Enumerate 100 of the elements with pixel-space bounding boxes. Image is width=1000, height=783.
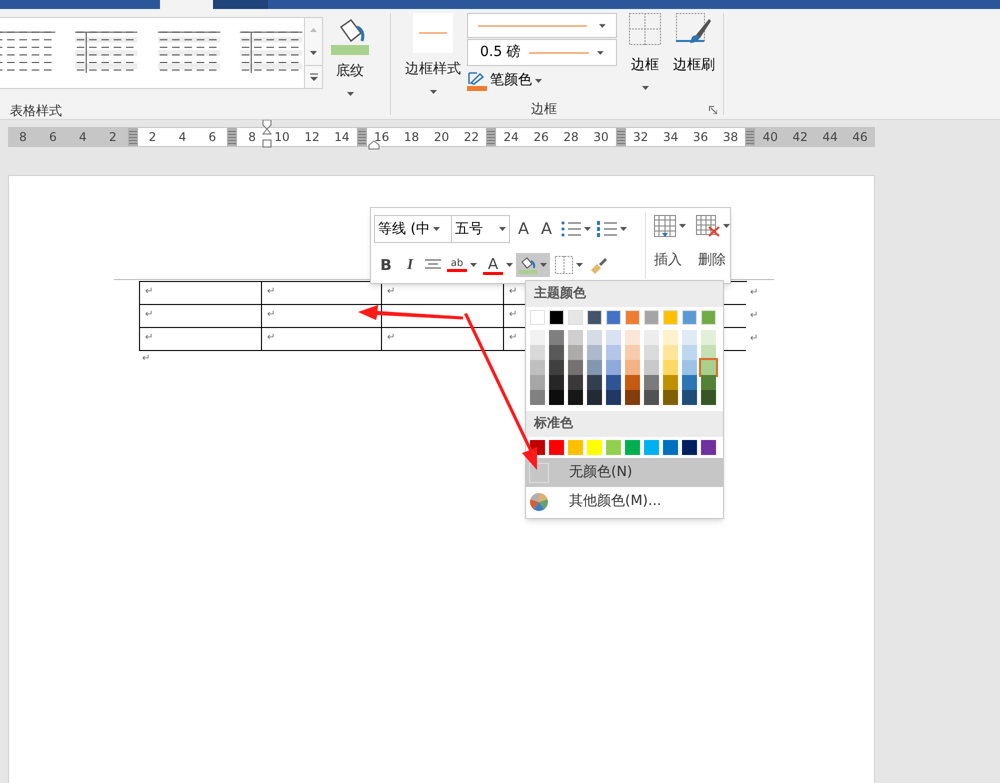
color-swatch[interactable] — [625, 390, 640, 405]
color-swatch[interactable] — [682, 310, 697, 325]
color-swatch[interactable] — [549, 345, 564, 360]
color-swatch[interactable] — [587, 310, 602, 325]
color-swatch[interactable] — [530, 330, 545, 345]
color-swatch[interactable] — [701, 310, 716, 325]
color-swatch[interactable] — [549, 440, 564, 455]
color-swatch[interactable] — [549, 390, 564, 405]
color-swatch[interactable] — [625, 440, 640, 455]
column-marker-icon[interactable] — [486, 128, 496, 146]
color-swatch[interactable] — [549, 310, 564, 325]
color-swatch[interactable] — [644, 345, 659, 360]
bold-button[interactable]: B — [374, 254, 398, 276]
column-marker-icon[interactable] — [616, 128, 626, 146]
font-color-button[interactable]: A — [480, 253, 516, 277]
color-swatch[interactable] — [644, 330, 659, 345]
italic-button[interactable]: I — [398, 254, 422, 276]
shading-button[interactable]: 底纹 — [329, 17, 371, 96]
shrink-font-button[interactable]: A — [538, 217, 554, 241]
insert-table-button[interactable] — [654, 215, 686, 237]
ruler-number: 2 — [138, 128, 168, 146]
color-swatch[interactable] — [549, 330, 564, 345]
color-swatch[interactable] — [606, 440, 621, 455]
border-painter-button[interactable]: 边框刷 — [669, 13, 719, 94]
color-swatch[interactable] — [549, 375, 564, 390]
color-swatch[interactable] — [568, 330, 583, 345]
column-marker-icon[interactable] — [745, 128, 756, 146]
color-swatch[interactable] — [644, 440, 659, 455]
color-swatch[interactable] — [606, 330, 621, 345]
color-swatch[interactable] — [587, 375, 602, 390]
color-swatch[interactable] — [587, 440, 602, 455]
pen-color-button[interactable]: 笔颜色 — [467, 70, 542, 91]
color-swatch[interactable] — [606, 375, 621, 390]
ribbon-tab[interactable] — [160, 0, 213, 9]
line-style-dropdown[interactable] — [467, 13, 617, 38]
color-swatch[interactable] — [663, 390, 678, 405]
color-swatch[interactable] — [663, 310, 678, 325]
color-swatch[interactable] — [663, 375, 678, 390]
color-swatch[interactable] — [701, 440, 716, 455]
color-swatch[interactable] — [625, 375, 640, 390]
color-swatch[interactable] — [682, 330, 697, 345]
color-swatch[interactable] — [568, 360, 583, 375]
ribbon-tab[interactable] — [213, 0, 268, 9]
color-swatch[interactable] — [530, 360, 545, 375]
color-swatch[interactable] — [587, 330, 602, 345]
color-swatch[interactable] — [682, 390, 697, 405]
highlight-button[interactable]: ab — [444, 253, 480, 277]
color-swatch[interactable] — [663, 345, 678, 360]
line-weight-dropdown[interactable]: 0.5 磅 — [467, 39, 617, 66]
color-swatch[interactable] — [644, 375, 659, 390]
caret-icon — [597, 50, 604, 54]
color-swatch[interactable] — [568, 345, 583, 360]
color-swatch[interactable] — [682, 345, 697, 360]
color-swatch[interactable] — [663, 330, 678, 345]
color-swatch[interactable] — [701, 360, 716, 375]
color-swatch[interactable] — [625, 360, 640, 375]
font-name-field[interactable]: 等线 (中 — [374, 215, 452, 243]
color-swatch[interactable] — [625, 345, 640, 360]
column-marker-icon[interactable] — [128, 128, 138, 146]
color-swatch[interactable] — [701, 375, 716, 390]
color-swatch[interactable] — [530, 310, 545, 325]
color-swatch[interactable] — [644, 310, 659, 325]
borders-button[interactable]: 边框 — [625, 13, 665, 94]
color-swatch[interactable] — [606, 360, 621, 375]
color-swatch[interactable] — [701, 330, 716, 345]
menu-item[interactable]: 其他颜色(M)... — [526, 487, 723, 516]
shading-button[interactable] — [516, 253, 550, 277]
color-swatch[interactable] — [644, 360, 659, 375]
color-swatch[interactable] — [663, 440, 678, 455]
column-marker-icon[interactable] — [356, 128, 367, 146]
color-swatch[interactable] — [682, 360, 697, 375]
color-swatch[interactable] — [606, 390, 621, 405]
indent-marker-icon[interactable] — [262, 120, 272, 149]
color-swatch[interactable] — [606, 345, 621, 360]
color-swatch[interactable] — [530, 345, 545, 360]
color-swatch[interactable] — [606, 310, 621, 325]
color-swatch[interactable] — [587, 345, 602, 360]
color-swatch[interactable] — [663, 360, 678, 375]
font-size-field[interactable]: 五号 — [452, 215, 510, 243]
color-swatch[interactable] — [644, 390, 659, 405]
color-swatch[interactable] — [682, 375, 697, 390]
color-swatch[interactable] — [568, 375, 583, 390]
color-swatch[interactable] — [568, 390, 583, 405]
color-swatch[interactable] — [568, 440, 583, 455]
dialog-launcher-icon[interactable] — [709, 106, 717, 114]
color-swatch[interactable] — [625, 330, 640, 345]
color-swatch[interactable] — [549, 360, 564, 375]
color-swatch[interactable] — [530, 375, 545, 390]
menu-item[interactable]: 无颜色(N) — [526, 458, 723, 487]
color-swatch[interactable] — [682, 440, 697, 455]
color-swatch[interactable] — [625, 310, 640, 325]
color-swatch[interactable] — [530, 390, 545, 405]
color-swatch[interactable] — [568, 310, 583, 325]
border-styles-button[interactable]: 边框样式 — [401, 13, 465, 94]
delete-table-button[interactable] — [696, 215, 730, 237]
color-swatch[interactable] — [587, 360, 602, 375]
grow-font-button[interactable]: A — [516, 217, 531, 241]
color-swatch[interactable] — [701, 390, 716, 405]
color-swatch[interactable] — [587, 390, 602, 405]
column-marker-icon[interactable] — [227, 128, 238, 146]
